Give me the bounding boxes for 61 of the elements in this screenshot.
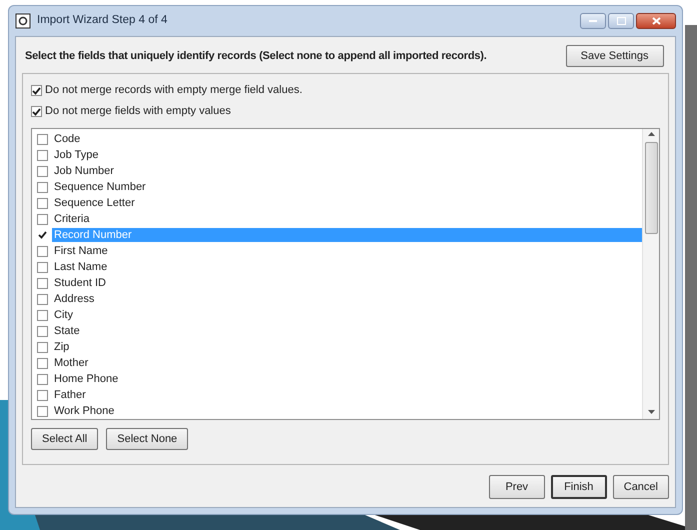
instruction-text: Select the fields that uniquely identify records (Select none to append all imported records). [25,48,487,64]
field-item[interactable]: Work Phone [52,404,116,418]
window-title: Import Wizard Step 4 of 4 [37,13,168,28]
field-item[interactable]: Mother [52,356,90,370]
checkbox[interactable] [37,342,48,352]
list-button[interactable]: Select None [106,428,188,450]
checkbox[interactable] [37,166,48,176]
field-item[interactable]: Job Number [52,164,116,178]
scrollbar[interactable] [642,129,659,419]
field-item[interactable]: Criteria [52,212,92,226]
field-item[interactable]: Sequence Number [52,180,148,194]
checkbox[interactable] [37,278,48,288]
maximize-button[interactable] [608,13,634,29]
field-item[interactable]: Sequence Letter [52,196,137,210]
check-icon [32,108,41,116]
field-item[interactable]: Father [52,388,88,402]
checkbox[interactable] [37,406,48,416]
checkbox[interactable] [37,214,48,224]
check-icon [38,231,47,239]
check-icon [32,86,41,94]
field-item[interactable]: Home Phone [52,372,120,386]
close-button[interactable] [636,13,676,29]
app-icon [15,13,31,29]
checkbox[interactable] [31,85,42,96]
field-item[interactable]: Zip [52,340,72,354]
checkbox[interactable] [37,182,48,192]
field-item[interactable]: First Name [52,244,110,258]
checkbox[interactable] [37,198,48,208]
field-item[interactable]: Address [52,292,96,306]
footer-button[interactable]: Cancel [612,475,669,499]
field-item[interactable]: Last Name [52,260,110,274]
checkbox[interactable] [37,294,48,304]
checkbox[interactable] [37,150,48,160]
checkbox[interactable] [37,390,48,400]
list-button[interactable]: Select All [31,428,98,450]
checkbox[interactable] [31,106,42,117]
option-label: Do not merge records with empty merge field values. [45,83,302,98]
footer-button[interactable]: Finish [550,475,607,499]
minimize-icon [589,20,597,22]
save-settings-button[interactable]: Save Settings [566,45,664,67]
checkbox[interactable] [37,310,48,320]
checkbox[interactable] [37,246,48,256]
minimize-button[interactable] [580,13,606,29]
checkbox[interactable] [37,374,48,384]
field-item[interactable]: Student ID [52,276,108,290]
field-item[interactable]: Job Type [52,148,100,162]
footer-button[interactable]: Prev [488,475,545,499]
option-label: Do not merge fields with empty values [45,104,231,120]
scrollbar-thumb[interactable] [644,142,658,234]
close-icon [652,17,660,25]
field-item[interactable]: State [52,324,82,338]
maximize-icon [616,17,626,25]
checkbox[interactable] [37,134,48,144]
scroll-down-icon[interactable] [648,410,654,414]
scroll-up-icon[interactable] [648,132,654,136]
checkbox[interactable] [37,326,48,336]
field-item[interactable]: City [52,308,75,322]
checkbox[interactable] [37,262,48,272]
field-item[interactable]: Code [52,132,82,146]
checkbox[interactable] [37,358,48,368]
checkbox[interactable] [37,230,48,240]
